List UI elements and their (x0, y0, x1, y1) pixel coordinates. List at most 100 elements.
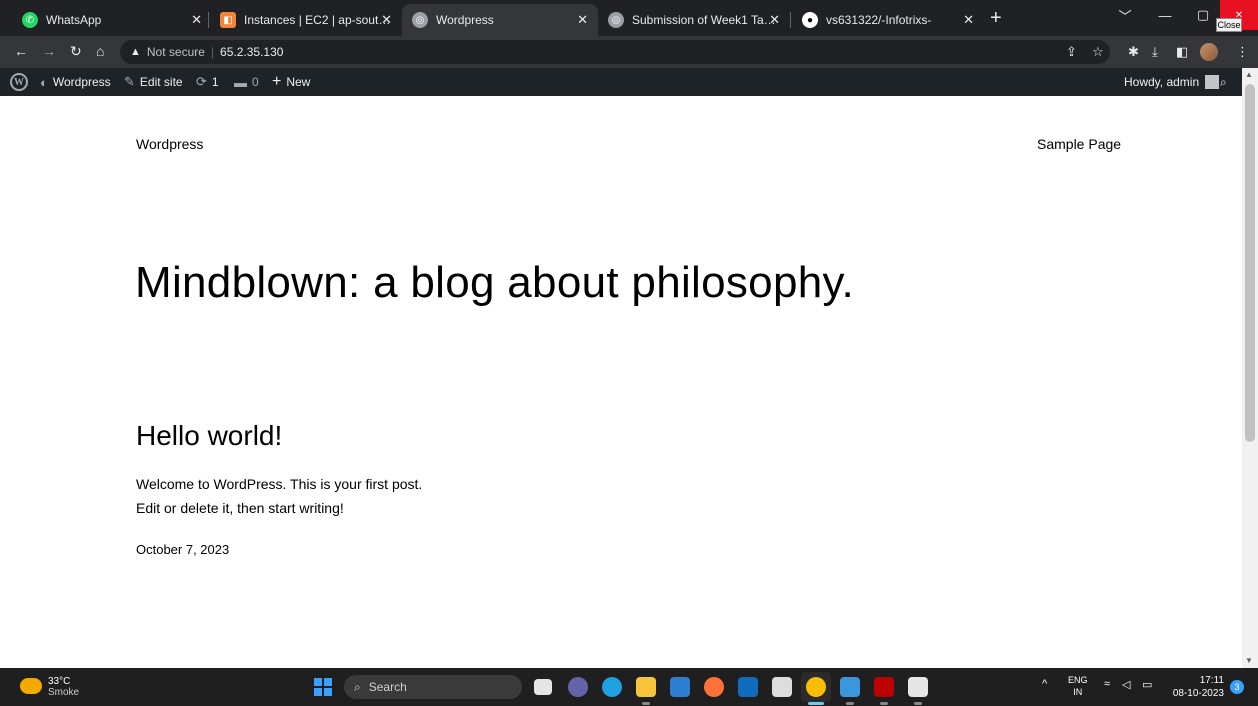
dashboard-icon: ◐ (40, 74, 48, 90)
wp-admin-bar: W ◐ Wordpress ✎ Edit site ⟳ 1 ▬ 0 + New … (0, 68, 1242, 96)
scroll-up-arrow-icon[interactable]: ▲ (1245, 70, 1253, 79)
edit-site-link[interactable]: ✎ Edit site (124, 68, 183, 96)
tab-github[interactable]: ● vs631322/-Infotrixs- ✕ (792, 4, 984, 36)
clock-date: 08-10-2023 (1172, 688, 1224, 699)
notification-badge[interactable]: 3 (1230, 680, 1244, 694)
howdy-label: Howdy, admin (1124, 75, 1200, 89)
weather-temperature[interactable]: 33°C (48, 676, 70, 687)
tab-separator (790, 12, 791, 28)
tab-label: Instances | EC2 | ap-south-1 (244, 13, 392, 27)
reload-icon[interactable]: ↻ (70, 43, 82, 60)
tab-label: Submission of Week1 Task Clou (632, 13, 780, 27)
running-indicator (914, 702, 922, 705)
weather-cloud-icon[interactable] (20, 678, 42, 694)
chrome-icon[interactable] (806, 677, 826, 697)
extensions-icon[interactable]: ✱ (1128, 44, 1139, 60)
close-tab-icon[interactable]: ✕ (577, 12, 588, 28)
aws-icon: ◧ (220, 12, 236, 28)
user-avatar (1205, 75, 1220, 89)
tab-whatsapp[interactable]: ✆ WhatsApp ✕ (12, 4, 212, 36)
globe-icon: ◎ (412, 12, 428, 28)
lang-top: ENG (1068, 675, 1088, 685)
tab-search-chevron-icon[interactable]: ﹀ (1106, 0, 1144, 30)
clock-time: 17:11 (1199, 675, 1224, 686)
running-indicator (880, 702, 888, 705)
firefox-icon[interactable] (704, 677, 724, 697)
mail-icon[interactable] (738, 677, 758, 697)
address-divider: | (210, 45, 215, 59)
taskbar-search-box[interactable]: ⌕ Search (344, 675, 522, 699)
file-explorer-icon[interactable] (636, 677, 656, 697)
address-bar[interactable]: ▲ Not secure | 65.2.35.130 (120, 40, 1110, 64)
search-icon: ⌕ (354, 679, 361, 694)
wp-logo-menu[interactable]: W (10, 68, 28, 96)
show-hidden-icons-chevron-icon[interactable]: ^ (1042, 678, 1047, 690)
share-icon[interactable]: ⇪ (1066, 44, 1077, 60)
comments-link[interactable]: ▬ 0 (234, 68, 259, 96)
post-title-link[interactable]: Hello world! (136, 420, 282, 452)
security-label: Not secure (146, 45, 205, 59)
admin-search-icon[interactable]: ⌕ (1220, 68, 1227, 96)
tab-wordpress[interactable]: ◎ Wordpress ✕ (402, 4, 598, 36)
chat-icon[interactable] (568, 677, 588, 697)
store-icon[interactable] (670, 677, 690, 697)
tab-submission[interactable]: ◎ Submission of Week1 Task Clou ✕ (598, 4, 790, 36)
snipping-tool-icon[interactable] (908, 677, 928, 697)
url-text: 65.2.35.130 (220, 45, 284, 59)
system-clock[interactable]: 17:11 08-10-2023 (1168, 674, 1224, 700)
weather-description[interactable]: Smoke (48, 687, 79, 698)
post-excerpt-line-1: Welcome to WordPress. This is your first… (136, 476, 423, 492)
lang-bottom: IN (1073, 687, 1083, 697)
start-button-windows-icon[interactable] (314, 678, 332, 696)
task-view-icon[interactable] (534, 679, 552, 695)
updates-icon: ⟳ (196, 74, 207, 89)
scrollbar-thumb[interactable] (1245, 84, 1255, 442)
comments-count: 0 (252, 75, 259, 89)
running-indicator (642, 702, 650, 705)
close-tab-icon[interactable]: ✕ (381, 12, 392, 28)
profile-avatar[interactable] (1200, 43, 1218, 61)
my-account-menu[interactable]: Howdy, admin (1124, 68, 1220, 96)
download-icon[interactable]: ⤓ (1152, 44, 1158, 60)
windows-taskbar: 33°C Smoke ⌕ Search ^ ENG IN ≈ ◁ ▭ 17:11… (0, 668, 1258, 706)
edge-icon[interactable] (602, 677, 622, 697)
back-arrow-icon[interactable]: ← (14, 43, 28, 59)
tab-label: Wordpress (436, 13, 494, 27)
battery-icon[interactable]: ▭ (1142, 678, 1152, 691)
forward-arrow-icon[interactable]: → (42, 43, 56, 59)
bookmark-star-icon[interactable]: ☆ (1092, 44, 1104, 60)
tab-ec2-instances[interactable]: ◧ Instances | EC2 | ap-south-1 ✕ (210, 4, 402, 36)
volume-icon[interactable]: ◁ (1122, 678, 1130, 691)
scroll-down-arrow-icon[interactable]: ▼ (1245, 656, 1253, 665)
side-panel-icon[interactable]: ◧ (1176, 44, 1188, 60)
close-tab-icon[interactable]: ✕ (191, 12, 202, 28)
nav-sample-page[interactable]: Sample Page (1037, 136, 1121, 152)
edit-site-label: Edit site (139, 75, 183, 89)
tab-separator (208, 12, 209, 28)
screen: ✆ WhatsApp ✕ ◧ Instances | EC2 | ap-sout… (0, 0, 1258, 706)
notepad-icon[interactable] (840, 677, 860, 697)
close-tab-icon[interactable]: ✕ (963, 12, 974, 28)
menu-kebab-icon[interactable]: ⋮ (1236, 44, 1249, 60)
new-content-link[interactable]: + New (272, 68, 310, 96)
whatsapp-icon: ✆ (22, 12, 38, 28)
active-indicator (808, 702, 824, 705)
home-icon[interactable]: ⌂ (96, 43, 104, 59)
close-tooltip: Close (1216, 18, 1242, 32)
browser-toolbar: ← → ↻ ⌂ ▲ Not secure | 65.2.35.130 ⇪ ☆ ✱… (0, 36, 1258, 68)
wifi-icon[interactable]: ≈ (1104, 678, 1110, 690)
updates-count: 1 (211, 75, 219, 89)
warning-icon: ▲ (130, 46, 141, 58)
search-placeholder: Search (368, 680, 407, 694)
site-title-link[interactable]: Wordpress (136, 136, 203, 152)
filezilla-icon[interactable] (874, 677, 894, 697)
running-indicator (846, 702, 854, 705)
amazon-icon[interactable] (772, 677, 792, 697)
language-indicator[interactable]: ENG IN (1068, 674, 1088, 698)
close-tab-icon[interactable]: ✕ (769, 12, 780, 28)
new-tab-button[interactable]: + (990, 7, 1002, 30)
post-date-link[interactable]: October 7, 2023 (136, 542, 229, 557)
updates-link[interactable]: ⟳ 1 (196, 68, 219, 96)
minimize-button[interactable]: — (1146, 0, 1184, 30)
admin-site-name[interactable]: ◐ Wordpress (40, 68, 111, 96)
